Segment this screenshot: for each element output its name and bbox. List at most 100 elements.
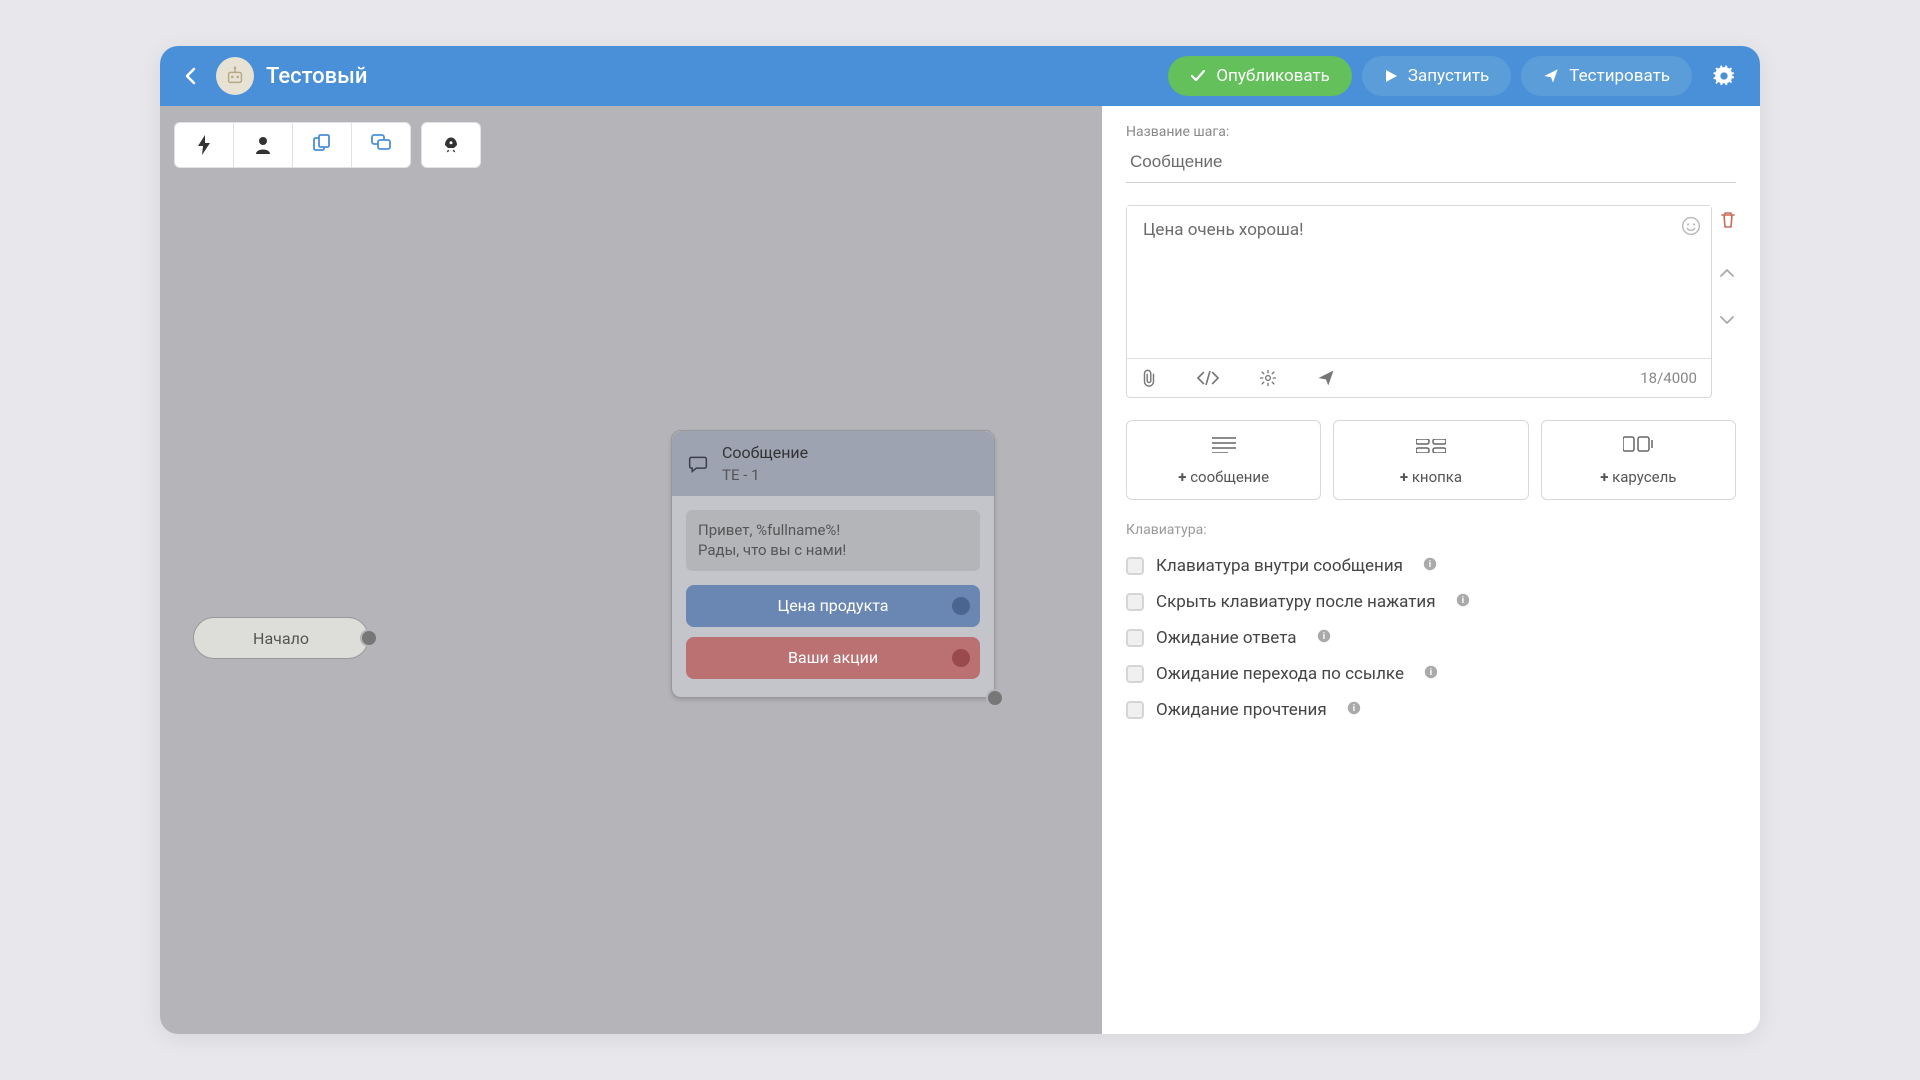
svg-text:i: i	[1322, 632, 1324, 642]
chevron-left-icon	[184, 67, 196, 85]
chevron-down-icon	[1720, 316, 1734, 325]
checkbox-wait-link[interactable]	[1126, 665, 1144, 683]
bot-avatar	[216, 57, 254, 95]
node-title: Сообщение	[722, 443, 808, 462]
editor-toolbar: 18/4000	[1127, 358, 1711, 397]
node-button-price[interactable]: Цена продукта	[686, 585, 980, 627]
gear-icon	[1713, 65, 1735, 87]
info-icon[interactable]: i	[1424, 665, 1438, 683]
add-button-label: кнопка	[1412, 468, 1462, 486]
check-wait-read: Ожидание прочтения i	[1126, 692, 1736, 728]
editor-settings-button[interactable]	[1259, 369, 1277, 387]
node-button-price-label: Цена продукта	[777, 596, 888, 615]
message-textarea[interactable]	[1127, 206, 1711, 354]
copy-tool[interactable]	[292, 122, 352, 168]
lines-icon	[1212, 434, 1236, 458]
check-hide-keyboard: Скрыть клавиатуру после нажатия i	[1126, 584, 1736, 620]
add-message-label: сообщение	[1190, 468, 1269, 486]
rocket-tool[interactable]	[421, 122, 481, 168]
emoji-button[interactable]	[1681, 216, 1701, 241]
send-icon	[1543, 68, 1559, 84]
check-icon	[1190, 68, 1206, 84]
add-row: + сообщение + кнопка + карусель	[1126, 420, 1736, 500]
node-button-promo-label: Ваши акции	[788, 648, 878, 667]
message-editor: 18/4000	[1126, 205, 1712, 398]
bolt-icon	[197, 135, 211, 155]
message-node-body: Привет, %fullname%! Рады, что вы с нами!…	[672, 496, 994, 697]
grid-icon	[1416, 434, 1446, 458]
step-name-input[interactable]	[1126, 146, 1736, 183]
chat-tool[interactable]	[351, 122, 411, 168]
node-subtitle: TE - 1	[722, 466, 808, 484]
keyboard-section-label: Клавиатура:	[1126, 522, 1736, 538]
smile-icon	[1681, 216, 1701, 236]
bot-icon	[224, 65, 246, 87]
editor-send-button[interactable]	[1317, 369, 1335, 387]
user-tool[interactable]	[233, 122, 293, 168]
svg-text:i: i	[1352, 704, 1354, 714]
canvas-toolbar	[174, 122, 481, 168]
run-label: Запустить	[1408, 66, 1489, 86]
body: Начало Сообщение TE - 1 Привет, %fullnam…	[160, 106, 1760, 1034]
test-label: Тестировать	[1569, 66, 1670, 86]
flow-canvas[interactable]: Начало Сообщение TE - 1 Привет, %fullnam…	[160, 106, 1102, 1034]
header-bar: Тестовый Опубликовать Запустить Тестиров…	[160, 46, 1760, 106]
publish-button[interactable]: Опубликовать	[1168, 56, 1352, 96]
back-button[interactable]	[176, 62, 204, 90]
node-text-line-2: Рады, что вы с нами!	[698, 540, 968, 560]
app-window: Тестовый Опубликовать Запустить Тестиров…	[160, 46, 1760, 1034]
events-tool[interactable]	[174, 122, 234, 168]
checkbox-wait-read[interactable]	[1126, 701, 1144, 719]
run-button[interactable]: Запустить	[1362, 56, 1511, 96]
user-icon	[255, 136, 271, 154]
info-icon[interactable]: i	[1423, 557, 1437, 575]
code-button[interactable]	[1197, 371, 1219, 385]
add-message-button[interactable]: + сообщение	[1126, 420, 1321, 500]
copy-icon	[313, 134, 331, 152]
move-down-button[interactable]	[1720, 313, 1736, 329]
node-button-price-port[interactable]	[952, 597, 970, 615]
check-label: Скрыть клавиатуру после нажатия	[1156, 592, 1436, 612]
editor-side-actions	[1720, 205, 1736, 329]
checkbox-wait-reply[interactable]	[1126, 629, 1144, 647]
checkbox-inline-keyboard[interactable]	[1126, 557, 1144, 575]
svg-text:i: i	[1429, 560, 1431, 570]
node-text-line-1: Привет, %fullname%!	[698, 520, 968, 540]
node-text: Привет, %fullname%! Рады, что вы с нами!	[686, 510, 980, 571]
start-node[interactable]: Начало	[193, 617, 369, 659]
add-carousel-button[interactable]: + карусель	[1541, 420, 1736, 500]
check-wait-reply: Ожидание ответа i	[1126, 620, 1736, 656]
step-name-label: Название шага:	[1126, 124, 1736, 140]
start-label: Начало	[253, 629, 309, 648]
start-output-port[interactable]	[360, 629, 378, 647]
gear-icon	[1259, 369, 1277, 387]
move-up-button[interactable]	[1720, 265, 1736, 281]
check-label: Ожидание прочтения	[1156, 700, 1327, 720]
bot-title: Тестовый	[266, 64, 367, 89]
settings-button[interactable]	[1704, 56, 1744, 96]
info-icon[interactable]: i	[1347, 701, 1361, 719]
check-label: Ожидание ответа	[1156, 628, 1297, 648]
check-label: Клавиатура внутри сообщения	[1156, 556, 1403, 576]
code-icon	[1197, 371, 1219, 385]
play-icon	[1384, 69, 1398, 83]
add-button-button[interactable]: + кнопка	[1333, 420, 1528, 500]
test-button[interactable]: Тестировать	[1521, 56, 1692, 96]
info-icon[interactable]: i	[1456, 593, 1470, 611]
check-wait-link: Ожидание перехода по ссылке i	[1126, 656, 1736, 692]
message-node-header: Сообщение TE - 1	[672, 431, 994, 496]
node-output-port[interactable]	[986, 689, 1004, 707]
message-node[interactable]: Сообщение TE - 1 Привет, %fullname%! Рад…	[671, 430, 995, 698]
node-button-promo-port[interactable]	[952, 649, 970, 667]
delete-message-button[interactable]	[1720, 211, 1736, 233]
chevron-up-icon	[1720, 268, 1734, 277]
inspector-panel: Название шага:	[1102, 106, 1760, 1034]
attach-button[interactable]	[1141, 369, 1157, 387]
publish-label: Опубликовать	[1216, 66, 1330, 86]
check-label: Ожидание перехода по ссылке	[1156, 664, 1404, 684]
svg-text:i: i	[1461, 596, 1463, 606]
svg-text:i: i	[1430, 668, 1432, 678]
checkbox-hide-keyboard[interactable]	[1126, 593, 1144, 611]
node-button-promo[interactable]: Ваши акции	[686, 637, 980, 679]
info-icon[interactable]: i	[1317, 629, 1331, 647]
